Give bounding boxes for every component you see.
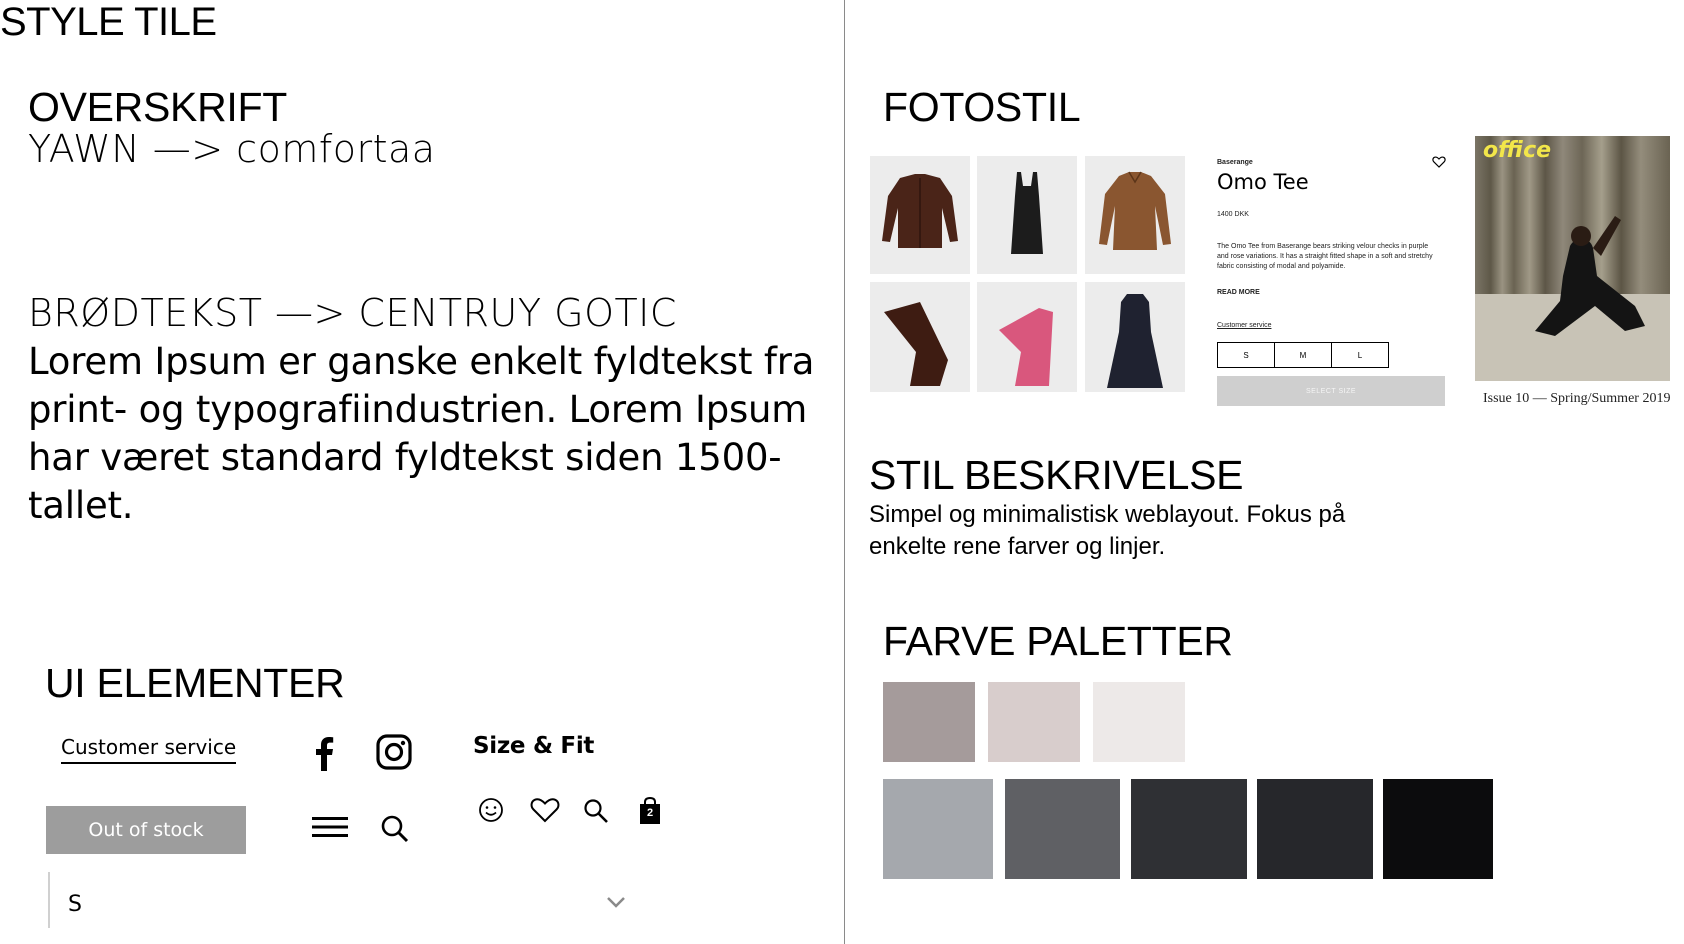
headline-font-note: YAWN —> comfortaa xyxy=(28,127,436,171)
tank-image xyxy=(1011,172,1043,254)
size-fit-label[interactable]: Size & Fit xyxy=(473,733,594,759)
product-photo-cardigan xyxy=(870,156,970,274)
photo-heading: FOTOSTIL xyxy=(883,84,1081,130)
magazine-logo: office xyxy=(1483,138,1552,163)
palette-swatch xyxy=(1383,779,1493,879)
size-select[interactable]: S xyxy=(48,872,628,928)
product-customer-service-link[interactable]: Customer service xyxy=(1217,321,1271,331)
product-photo-shirt xyxy=(1085,156,1185,274)
palette-swatch xyxy=(1093,682,1185,762)
product-photo-scarf-brown xyxy=(870,282,970,392)
select-size-label: SELECT SIZE xyxy=(1305,387,1357,395)
magazine-cover: office xyxy=(1475,136,1670,381)
palette-swatch xyxy=(1131,779,1247,879)
search-icon[interactable] xyxy=(380,814,410,844)
product-photo-scarf-pink xyxy=(977,282,1077,392)
out-of-stock-button[interactable]: Out of stock xyxy=(46,806,246,854)
facebook-icon[interactable] xyxy=(310,735,336,771)
palette-swatch xyxy=(988,682,1080,762)
dress-image xyxy=(1107,294,1163,388)
product-photo-tank xyxy=(977,156,1077,274)
magazine-caption: Issue 10 — Spring/Summer 2019 xyxy=(1483,391,1671,406)
headline-heading: OVERSKRIFT xyxy=(28,84,287,130)
menu-icon[interactable] xyxy=(312,815,350,839)
product-name: Omo Tee xyxy=(1217,170,1309,194)
size-options: S M L xyxy=(1217,342,1389,368)
product-description: The Omo Tee from Baserange bears strikin… xyxy=(1217,243,1433,270)
heart-icon[interactable] xyxy=(530,797,560,823)
out-of-stock-label: Out of stock xyxy=(88,819,204,841)
palette-heading: FARVE PALETTER xyxy=(883,618,1233,664)
palette-swatch xyxy=(883,682,975,762)
product-photo-dress xyxy=(1085,282,1185,392)
instagram-icon[interactable] xyxy=(375,733,413,771)
size-select-value: S xyxy=(68,892,82,917)
product-brand: Baserange xyxy=(1217,159,1253,166)
wishlist-heart-icon[interactable] xyxy=(1432,156,1446,168)
search-icon[interactable] xyxy=(583,798,609,824)
size-option-s[interactable]: S xyxy=(1217,342,1275,368)
customer-service-link[interactable]: Customer service xyxy=(61,735,237,764)
product-price: 1400 DKK xyxy=(1217,211,1249,218)
chevron-down-icon xyxy=(607,897,625,908)
smiley-icon[interactable] xyxy=(478,797,504,823)
scarf-brown-image xyxy=(884,302,948,386)
style-description: Simpel og minimalistisk weblayout. Fokus… xyxy=(869,501,1346,560)
bag-count: 2 xyxy=(646,807,654,819)
palette-swatch xyxy=(1257,779,1373,879)
palette-swatch xyxy=(1005,779,1120,879)
size-option-m[interactable]: M xyxy=(1274,342,1332,368)
style-heading: STIL BESKRIVELSE xyxy=(869,452,1244,498)
ui-heading: UI ELEMENTER xyxy=(45,660,345,706)
page-title: STYLE TILE xyxy=(0,0,217,44)
cardigan-image xyxy=(882,174,958,248)
palette-swatch xyxy=(883,779,993,879)
body-heading: BRØDTEKST —> CENTRUY GOTIC xyxy=(28,291,677,335)
size-option-l[interactable]: L xyxy=(1331,342,1389,368)
magazine-model-image xyxy=(1535,216,1645,336)
column-divider xyxy=(844,0,845,944)
shirt-image xyxy=(1099,171,1171,250)
scarf-pink-image xyxy=(999,308,1053,386)
body-sample-text: Lorem Ipsum er ganske enkelt fyldtekst f… xyxy=(28,340,815,527)
bag-icon[interactable]: 2 xyxy=(639,797,661,825)
select-size-button[interactable]: SELECT SIZE xyxy=(1217,376,1445,406)
read-more-link[interactable]: READ MORE xyxy=(1217,288,1260,298)
